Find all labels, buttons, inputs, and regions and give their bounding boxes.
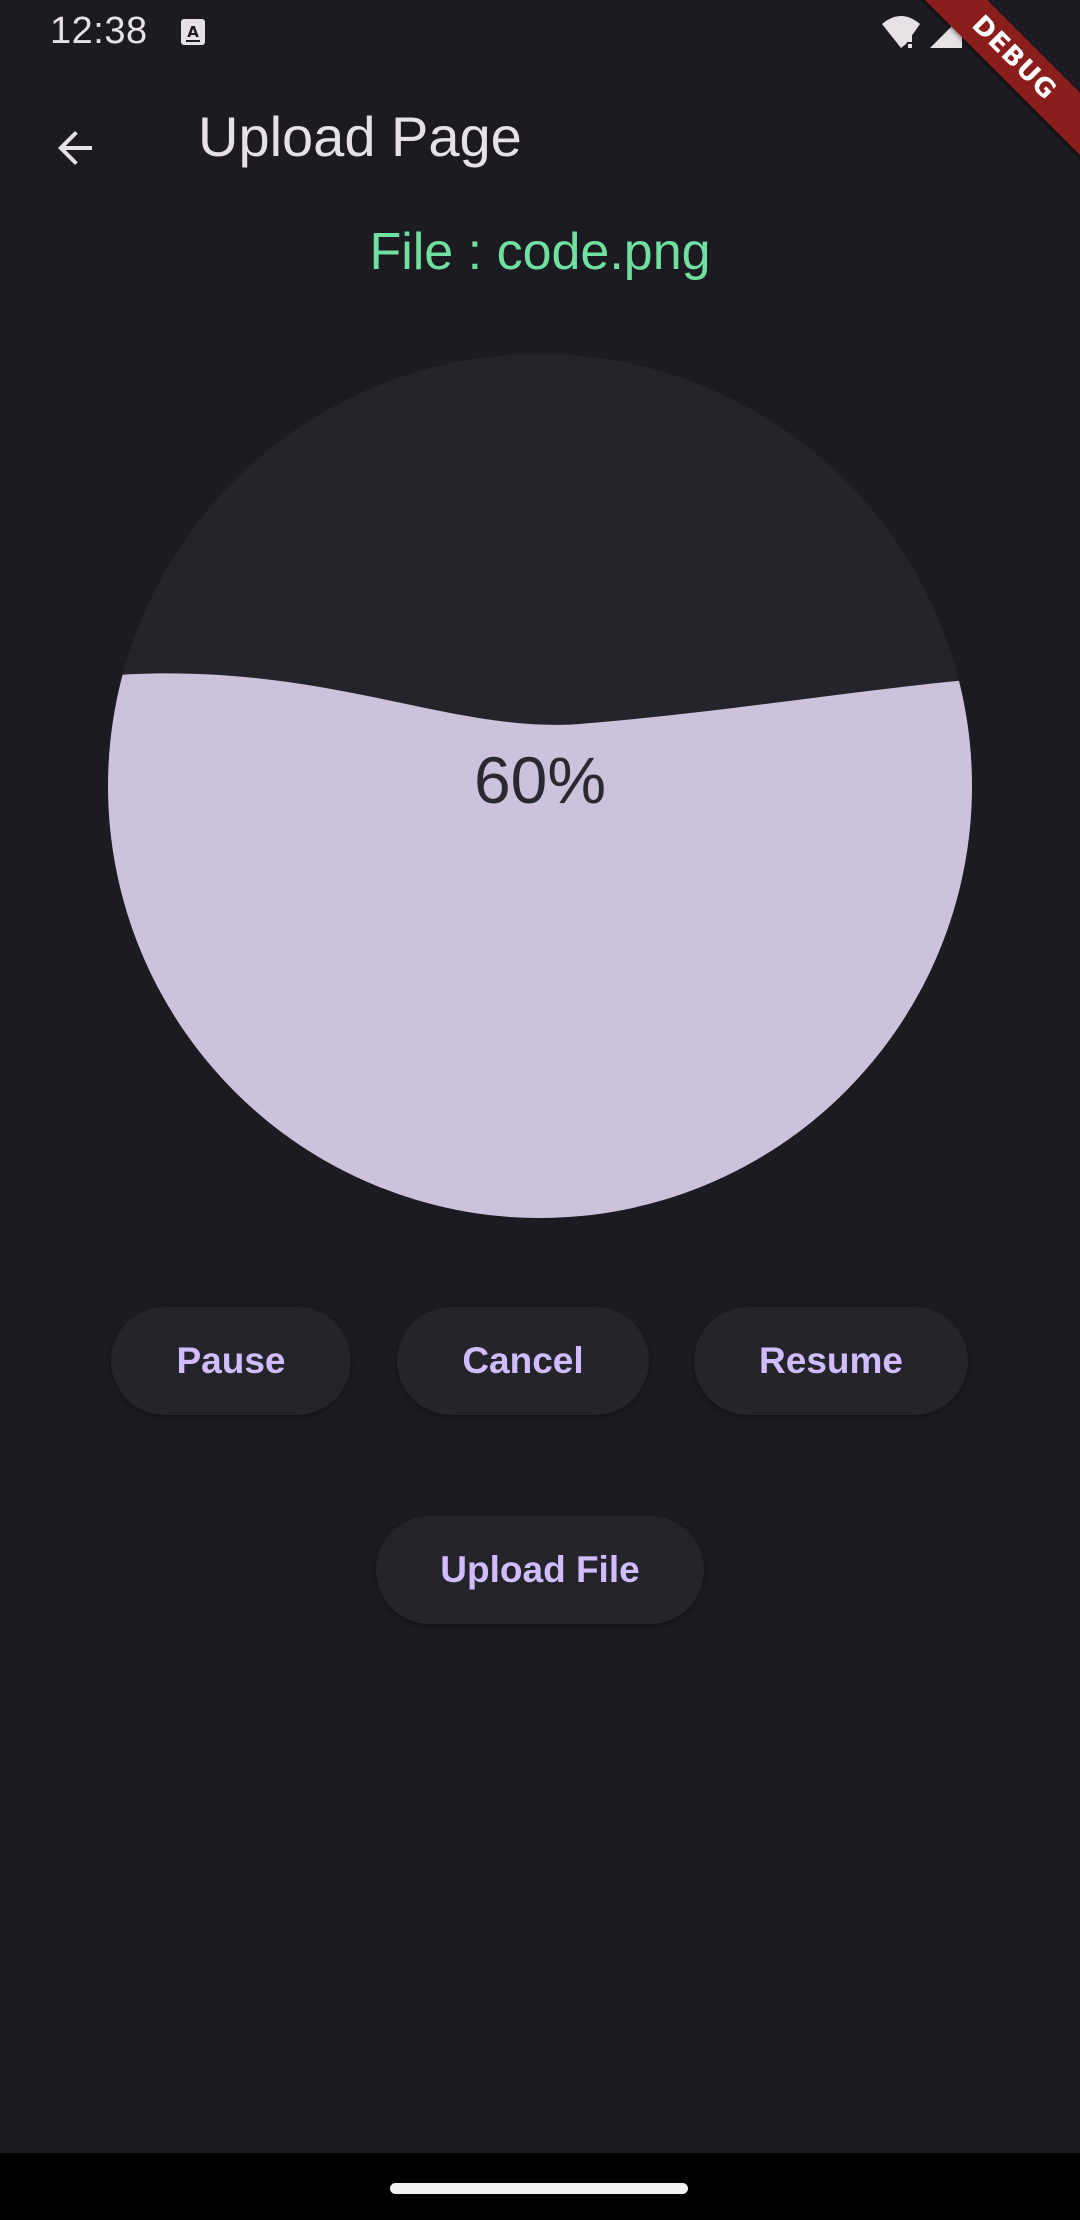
back-button[interactable] <box>34 106 118 190</box>
status-bar: 12:38 A <box>0 0 1080 66</box>
screen: 12:38 A DEBUG Upload Page File : code.pn… <box>0 0 1080 2220</box>
app-bar: Upload Page <box>0 66 1080 218</box>
upload-file-button[interactable]: Upload File <box>376 1516 704 1624</box>
svg-text:A: A <box>187 23 199 41</box>
keyboard-a-icon: A <box>181 19 205 45</box>
resume-button[interactable]: Resume <box>694 1307 968 1415</box>
cancel-button[interactable]: Cancel <box>397 1307 649 1415</box>
upload-progress-indicator: 60% <box>108 354 972 1218</box>
wifi-icon <box>882 16 920 48</box>
progress-percent-label: 60% <box>473 743 607 817</box>
page-title: Upload Page <box>198 105 522 168</box>
status-time: 12:38 <box>50 10 148 52</box>
home-indicator[interactable] <box>390 2183 688 2194</box>
file-name-label: File : code.png <box>369 223 711 281</box>
arrow-back-icon <box>58 131 92 165</box>
system-nav-bar <box>0 2153 1080 2220</box>
pause-button[interactable]: Pause <box>111 1307 351 1415</box>
